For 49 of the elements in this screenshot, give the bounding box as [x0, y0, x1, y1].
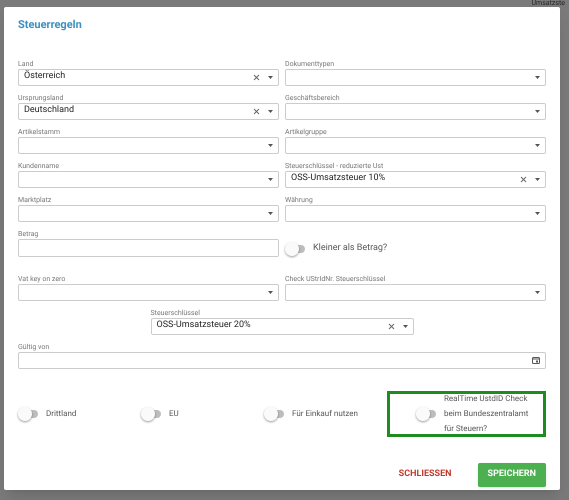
toggle-switch[interactable] [416, 406, 436, 420]
toggle-switch[interactable] [141, 406, 161, 420]
field-value: OSS-Umsatzsteuer 10% [291, 172, 386, 186]
toggle-switch[interactable] [285, 242, 305, 256]
select-field[interactable] [285, 284, 546, 300]
caret-icon [535, 144, 540, 146]
select-field[interactable] [18, 170, 279, 188]
close-button[interactable]: SCHLIESSEN [388, 462, 462, 486]
toggle-label: RealTime UstdID Check beim Bundeszentralamt für Steuern? [444, 393, 530, 435]
select-field[interactable]: OSS-Umsatzsteuer 10% [285, 170, 546, 188]
field-value: OSS-Umsatzsteuer 20% [156, 319, 251, 332]
select-field[interactable] [18, 136, 279, 154]
select-field[interactable] [285, 68, 546, 86]
select-field[interactable]: Österreich [18, 68, 279, 86]
caret-icon [535, 212, 540, 214]
select-field[interactable] [285, 204, 546, 222]
caret-icon [535, 110, 540, 112]
toggle-label: Kleiner als Betrag? [313, 242, 388, 256]
input-field[interactable] [18, 238, 279, 256]
clear-icon[interactable] [388, 322, 394, 330]
caret-icon [268, 76, 273, 78]
toggle-switch[interactable] [18, 406, 38, 420]
select-field[interactable]: Deutschland [18, 102, 279, 120]
clear-icon[interactable] [253, 74, 260, 80]
caret-icon [268, 290, 273, 294]
select-field[interactable] [18, 204, 279, 222]
caret-icon [535, 178, 540, 180]
dialog-title: Steuerregeln [18, 17, 83, 33]
caret-icon [268, 144, 273, 146]
clear-icon[interactable] [520, 176, 527, 182]
caret-icon [402, 324, 408, 328]
select-field[interactable] [18, 284, 279, 300]
calendar-icon[interactable] [532, 356, 540, 364]
toggle-label: EU [169, 408, 179, 420]
caret-icon [535, 76, 540, 78]
caret-icon [268, 212, 273, 214]
field-value: Deutschland [24, 104, 74, 118]
toggle-label: Für Einkauf nutzen [292, 408, 358, 420]
select-field[interactable]: OSS-Umsatzsteuer 20% [150, 318, 414, 334]
select-field[interactable] [285, 136, 546, 154]
caret-icon [268, 178, 273, 180]
caret-icon [535, 290, 540, 294]
date-field[interactable] [18, 352, 546, 368]
toggle-switch[interactable] [264, 406, 284, 420]
select-field[interactable] [285, 102, 546, 120]
clear-icon[interactable] [253, 108, 260, 114]
toggle-label: Drittland [46, 408, 76, 420]
field-value: Österreich [24, 70, 66, 84]
caret-icon [268, 110, 273, 112]
